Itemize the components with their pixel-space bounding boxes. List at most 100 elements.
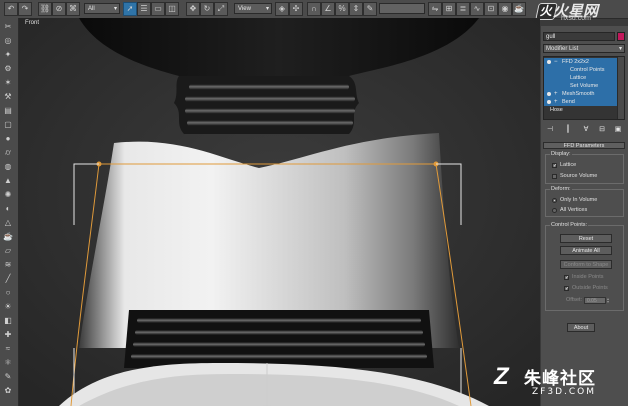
neck-ridges-top <box>174 76 359 134</box>
circle-icon[interactable]: ○ <box>2 288 14 298</box>
scale-icon[interactable]: ⤢ <box>214 2 228 16</box>
front-viewport[interactable]: Front <box>19 18 540 406</box>
layer-icon[interactable]: ≣ <box>456 2 470 16</box>
ffd-parameters-rollout[interactable]: FFD Parameters <box>543 142 625 149</box>
stack-item-set-volume[interactable]: Set Volume <box>544 82 618 90</box>
paint-icon[interactable]: ✿ <box>2 386 14 396</box>
angle-snap-icon[interactable]: ∠ <box>321 2 335 16</box>
make-unique-icon[interactable]: ∀ <box>581 125 591 134</box>
pin-stack-icon[interactable]: ⊣ <box>545 125 555 134</box>
configure-modifier-sets-icon[interactable]: ▣ <box>613 125 623 134</box>
source-volume-checkbox[interactable] <box>552 174 557 179</box>
show-end-result-icon[interactable]: ┃ <box>563 125 573 134</box>
stack-item-ffd[interactable]: − FFD 2x2x2 <box>544 58 618 66</box>
move-icon[interactable]: ✥ <box>186 2 200 16</box>
schematic-icon[interactable]: ⊡ <box>484 2 498 16</box>
viewport-label[interactable]: Front <box>25 20 39 26</box>
hierarchy-icon[interactable]: ✦ <box>2 50 14 60</box>
mirror-icon[interactable]: ⇋ <box>428 2 442 16</box>
curve-editor-icon[interactable]: ∿ <box>470 2 484 16</box>
expand-toggle[interactable]: + <box>554 98 558 106</box>
select-arrow-icon[interactable]: ➚ <box>123 2 137 16</box>
named-selection-icon[interactable]: ✎ <box>363 2 377 16</box>
redo-icon[interactable]: ↷ <box>18 2 32 16</box>
pivot-icon[interactable]: ◈ <box>275 2 289 16</box>
modify-icon[interactable]: ◎ <box>2 36 14 46</box>
motion-icon[interactable]: ⚙ <box>2 64 14 74</box>
spinner-snap-icon[interactable]: ⇕ <box>349 2 363 16</box>
render-setup-icon[interactable]: ☕ <box>512 2 526 16</box>
remove-modifier-icon[interactable]: ⊟ <box>597 125 607 134</box>
geosphere-icon[interactable]: ✺ <box>2 190 14 200</box>
inside-points-label: Inside Points <box>572 274 604 280</box>
snap-icon[interactable]: ∩ <box>307 2 321 16</box>
select-manipulate-icon[interactable]: ✣ <box>289 2 303 16</box>
light-icon[interactable]: ☀ <box>2 302 14 312</box>
all-vertices-radio[interactable] <box>552 208 557 213</box>
stack-item-bend[interactable]: + Bend <box>544 98 618 106</box>
box-icon[interactable]: ▢ <box>2 120 14 130</box>
stack-item-lattice[interactable]: Lattice <box>544 74 618 82</box>
offset-spinner[interactable]: 0.05 <box>584 297 606 304</box>
unlink-icon[interactable]: ⊘ <box>52 2 66 16</box>
spinner-arrows-icon[interactable]: ▴ ▾ <box>607 297 611 304</box>
only-in-volume-radio[interactable] <box>552 198 557 203</box>
inside-points-checkbox[interactable]: ✓ <box>564 275 569 281</box>
stack-item-meshsmooth[interactable]: + MeshSmooth <box>544 90 618 98</box>
expand-toggle[interactable]: + <box>554 90 558 98</box>
stack-item-hose[interactable]: Hose <box>544 106 618 114</box>
named-selection-field[interactable] <box>379 3 425 14</box>
expand-toggle[interactable]: − <box>554 58 558 66</box>
plane-icon[interactable]: ▱ <box>2 246 14 256</box>
link-icon[interactable]: ⛓ <box>38 2 52 16</box>
bulb-icon[interactable] <box>547 60 551 64</box>
display-icon[interactable]: ✶ <box>2 78 14 88</box>
torus-icon[interactable]: ◍ <box>2 162 14 172</box>
outside-points-checkbox[interactable]: ✓ <box>564 286 569 292</box>
window-crossing-icon[interactable]: ◫ <box>165 2 179 16</box>
percent-snap-icon[interactable]: % <box>335 2 349 16</box>
lattice-checkbox[interactable]: ✓ <box>552 163 557 169</box>
hose-icon[interactable]: ≋ <box>2 260 14 270</box>
stack-item-label: MeshSmooth <box>562 91 595 97</box>
undo-icon[interactable]: ↶ <box>4 2 18 16</box>
pen-icon[interactable]: ✎ <box>2 372 14 382</box>
offset-label: Offset: <box>566 297 583 303</box>
camera-icon[interactable]: ◧ <box>2 316 14 326</box>
selection-filter-dropdown[interactable]: All <box>84 3 120 15</box>
command-panel: gull Modifier List − FFD 2x2x2 Control P… <box>541 26 628 406</box>
stack-item-control-points[interactable]: Control Points <box>544 66 618 74</box>
sphere-icon[interactable]: ● <box>2 134 14 144</box>
systems-icon[interactable]: ⚛ <box>2 358 14 368</box>
line-icon[interactable]: ╱ <box>2 274 14 284</box>
conform-to-shape-button[interactable]: Conform to Shape <box>560 260 612 269</box>
about-button[interactable]: About <box>567 323 595 332</box>
bulb-icon[interactable] <box>547 100 551 104</box>
object-color-swatch[interactable] <box>617 32 625 41</box>
animate-all-button[interactable]: Animate All <box>560 246 612 255</box>
spacewarp-icon[interactable]: ≈ <box>2 344 14 354</box>
reset-button[interactable]: Reset <box>560 234 612 243</box>
rotate-icon[interactable]: ↻ <box>200 2 214 16</box>
pyramid-icon[interactable]: △ <box>2 218 14 228</box>
outside-points-label: Outside Points <box>572 285 608 291</box>
utilities-icon[interactable]: ⚒ <box>2 92 14 102</box>
align-icon[interactable]: ⊞ <box>442 2 456 16</box>
bulb-icon[interactable] <box>547 92 551 96</box>
select-by-name-icon[interactable]: ☰ <box>137 2 151 16</box>
layers-icon[interactable]: ▤ <box>2 106 14 116</box>
helper-icon[interactable]: ✚ <box>2 330 14 340</box>
create-icon[interactable]: ✂ <box>2 22 14 32</box>
rect-selection-icon[interactable]: ▭ <box>151 2 165 16</box>
cylinder-icon[interactable]: ⌭ <box>2 148 14 158</box>
material-editor-icon[interactable]: ◉ <box>498 2 512 16</box>
object-name-field[interactable]: gull <box>543 32 615 41</box>
tube-icon[interactable]: ◐ <box>2 204 14 214</box>
modifier-list-dropdown[interactable]: Modifier List <box>543 44 625 54</box>
bind-icon[interactable]: ⌘ <box>66 2 80 16</box>
cone-icon[interactable]: ▲ <box>2 176 14 186</box>
all-vertices-label: All Vertices <box>560 207 588 213</box>
teapot-icon[interactable]: ☕ <box>2 232 14 242</box>
reference-coord-dropdown[interactable]: View <box>234 3 272 15</box>
stack-scrollbar[interactable] <box>617 57 624 119</box>
